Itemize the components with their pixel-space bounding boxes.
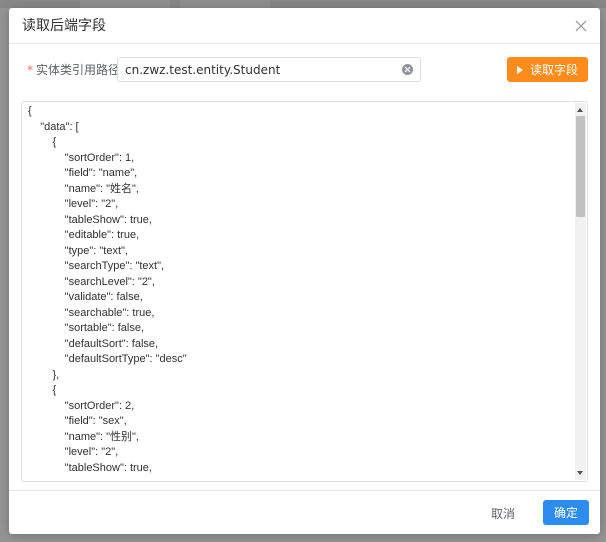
json-scrollbar[interactable] <box>575 103 586 480</box>
scroll-down-arrow-icon[interactable] <box>577 471 583 475</box>
entity-path-input-wrapper <box>117 57 421 82</box>
dialog-title: 读取后端字段 <box>22 18 106 34</box>
json-output-content: { "data": [ { "sortOrder": 1, "field": "… <box>28 105 187 474</box>
dialog-footer: 取消 确定 <box>9 490 600 534</box>
read-fields-dialog: 读取后端字段 *实体类引用路径 读取字段 { "data": [ { "s <box>9 8 600 534</box>
scroll-up-arrow-icon[interactable] <box>577 108 583 112</box>
entity-path-input[interactable] <box>118 58 396 81</box>
cancel-button[interactable]: 取消 <box>483 501 523 525</box>
json-output-textarea[interactable]: { "data": [ { "sortOrder": 1, "field": "… <box>21 101 588 482</box>
required-star: * <box>27 63 33 77</box>
read-fields-button[interactable]: 读取字段 <box>507 57 588 82</box>
play-icon <box>516 65 523 74</box>
close-icon[interactable] <box>574 18 588 32</box>
entity-path-label-text: 实体类引用路径 <box>36 63 121 77</box>
scroll-thumb[interactable] <box>576 116 585 217</box>
confirm-button[interactable]: 确定 <box>543 500 589 525</box>
entity-path-label: * 实体类引用路径 <box>27 62 120 78</box>
read-fields-button-label: 读取字段 <box>529 63 578 77</box>
entity-path-form-row: *实体类引用路径 读取字段 <box>23 57 588 83</box>
dialog-header: 读取后端字段 <box>9 8 600 44</box>
clear-circle-icon[interactable] <box>402 64 413 75</box>
